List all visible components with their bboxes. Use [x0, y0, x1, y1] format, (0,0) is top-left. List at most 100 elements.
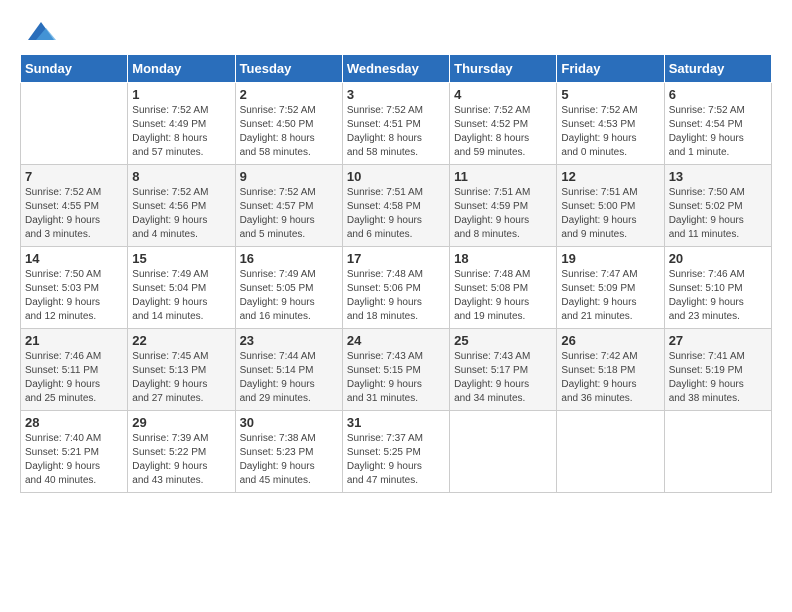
day-number: 14	[25, 251, 123, 266]
day-number: 7	[25, 169, 123, 184]
day-content: Sunrise: 7:48 AMSunset: 5:06 PMDaylight:…	[347, 268, 445, 324]
logo-icon	[26, 20, 56, 44]
day-content: Sunrise: 7:47 AMSunset: 5:09 PMDaylight:…	[561, 268, 659, 324]
calendar-cell: 27 Sunrise: 7:41 AMSunset: 5:19 PMDayligh…	[664, 329, 771, 411]
header-cell-tuesday: Tuesday	[235, 55, 342, 83]
day-number: 1	[132, 87, 230, 102]
calendar-cell: 18 Sunrise: 7:48 AMSunset: 5:08 PMDayligh…	[450, 247, 557, 329]
day-number: 16	[240, 251, 338, 266]
day-content: Sunrise: 7:38 AMSunset: 5:23 PMDaylight:…	[240, 432, 338, 488]
calendar-cell: 31 Sunrise: 7:37 AMSunset: 5:25 PMDayligh…	[342, 411, 449, 493]
calendar-cell: 13Sunrise: 7:50 AMSunset: 5:02 PMDayligh…	[664, 165, 771, 247]
day-number: 5	[561, 87, 659, 102]
calendar-cell: 24 Sunrise: 7:43 AMSunset: 5:15 PMDayligh…	[342, 329, 449, 411]
header-cell-sunday: Sunday	[21, 55, 128, 83]
day-number: 18	[454, 251, 552, 266]
day-number: 23	[240, 333, 338, 348]
calendar-cell	[664, 411, 771, 493]
calendar-table: SundayMondayTuesdayWednesdayThursdayFrid…	[20, 54, 772, 493]
calendar-cell: 15Sunrise: 7:49 AMSunset: 5:04 PMDayligh…	[128, 247, 235, 329]
day-number: 4	[454, 87, 552, 102]
calendar-cell: 8 Sunrise: 7:52 AMSunset: 4:56 PMDaylight…	[128, 165, 235, 247]
calendar-cell: 25Sunrise: 7:43 AMSunset: 5:17 PMDayligh…	[450, 329, 557, 411]
calendar-cell: 11Sunrise: 7:51 AMSunset: 4:59 PMDayligh…	[450, 165, 557, 247]
calendar-cell: 16Sunrise: 7:49 AMSunset: 5:05 PMDayligh…	[235, 247, 342, 329]
day-content: Sunrise: 7:46 AMSunset: 5:10 PMDaylight:…	[669, 268, 767, 324]
page-header	[20, 20, 772, 44]
day-content: Sunrise: 7:52 AMSunset: 4:54 PMDaylight:…	[669, 104, 767, 160]
day-number: 10	[347, 169, 445, 184]
calendar-cell: 1Sunrise: 7:52 AMSunset: 4:49 PMDaylight…	[128, 83, 235, 165]
day-content: Sunrise: 7:52 AMSunset: 4:50 PMDaylight:…	[240, 104, 338, 160]
day-number: 22	[132, 333, 230, 348]
calendar-cell: 6 Sunrise: 7:52 AMSunset: 4:54 PMDaylight…	[664, 83, 771, 165]
day-number: 8	[132, 169, 230, 184]
calendar-week-row: 21 Sunrise: 7:46 AMSunset: 5:11 PMDayligh…	[21, 329, 772, 411]
day-number: 26	[561, 333, 659, 348]
day-content: Sunrise: 7:40 AMSunset: 5:21 PMDaylight:…	[25, 432, 123, 488]
calendar-cell	[557, 411, 664, 493]
calendar-cell: 12 Sunrise: 7:51 AMSunset: 5:00 PMDayligh…	[557, 165, 664, 247]
day-content: Sunrise: 7:51 AMSunset: 4:59 PMDaylight:…	[454, 186, 552, 242]
calendar-cell: 3 Sunrise: 7:52 AMSunset: 4:51 PMDaylight…	[342, 83, 449, 165]
day-content: Sunrise: 7:39 AMSunset: 5:22 PMDaylight:…	[132, 432, 230, 488]
calendar-cell: 21 Sunrise: 7:46 AMSunset: 5:11 PMDayligh…	[21, 329, 128, 411]
day-content: Sunrise: 7:52 AMSunset: 4:55 PMDaylight:…	[25, 186, 123, 242]
day-content: Sunrise: 7:52 AMSunset: 4:56 PMDaylight:…	[132, 186, 230, 242]
day-content: Sunrise: 7:41 AMSunset: 5:19 PMDaylight:…	[669, 350, 767, 406]
header-cell-thursday: Thursday	[450, 55, 557, 83]
day-number: 3	[347, 87, 445, 102]
day-content: Sunrise: 7:52 AMSunset: 4:53 PMDaylight:…	[561, 104, 659, 160]
day-content: Sunrise: 7:50 AMSunset: 5:02 PMDaylight:…	[669, 186, 767, 242]
header-row: SundayMondayTuesdayWednesdayThursdayFrid…	[21, 55, 772, 83]
day-content: Sunrise: 7:52 AMSunset: 4:52 PMDaylight:…	[454, 104, 552, 160]
calendar-cell: 2Sunrise: 7:52 AMSunset: 4:50 PMDaylight…	[235, 83, 342, 165]
calendar-cell: 19Sunrise: 7:47 AMSunset: 5:09 PMDayligh…	[557, 247, 664, 329]
calendar-cell: 14 Sunrise: 7:50 AMSunset: 5:03 PMDayligh…	[21, 247, 128, 329]
calendar-cell: 22Sunrise: 7:45 AMSunset: 5:13 PMDayligh…	[128, 329, 235, 411]
calendar-cell: 17 Sunrise: 7:48 AMSunset: 5:06 PMDayligh…	[342, 247, 449, 329]
calendar-cell: 20 Sunrise: 7:46 AMSunset: 5:10 PMDayligh…	[664, 247, 771, 329]
day-number: 6	[669, 87, 767, 102]
day-content: Sunrise: 7:52 AMSunset: 4:57 PMDaylight:…	[240, 186, 338, 242]
calendar-body: 1Sunrise: 7:52 AMSunset: 4:49 PMDaylight…	[21, 83, 772, 493]
day-number: 24	[347, 333, 445, 348]
day-content: Sunrise: 7:37 AMSunset: 5:25 PMDaylight:…	[347, 432, 445, 488]
day-number: 25	[454, 333, 552, 348]
day-number: 21	[25, 333, 123, 348]
calendar-cell: 4 Sunrise: 7:52 AMSunset: 4:52 PMDaylight…	[450, 83, 557, 165]
day-content: Sunrise: 7:43 AMSunset: 5:15 PMDaylight:…	[347, 350, 445, 406]
day-number: 17	[347, 251, 445, 266]
calendar-cell: 23 Sunrise: 7:44 AMSunset: 5:14 PMDayligh…	[235, 329, 342, 411]
calendar-cell: 9Sunrise: 7:52 AMSunset: 4:57 PMDaylight…	[235, 165, 342, 247]
calendar-week-row: 28 Sunrise: 7:40 AMSunset: 5:21 PMDayligh…	[21, 411, 772, 493]
calendar-week-row: 7 Sunrise: 7:52 AMSunset: 4:55 PMDaylight…	[21, 165, 772, 247]
day-number: 12	[561, 169, 659, 184]
day-content: Sunrise: 7:50 AMSunset: 5:03 PMDaylight:…	[25, 268, 123, 324]
calendar-cell: 10Sunrise: 7:51 AMSunset: 4:58 PMDayligh…	[342, 165, 449, 247]
day-content: Sunrise: 7:48 AMSunset: 5:08 PMDaylight:…	[454, 268, 552, 324]
day-number: 31	[347, 415, 445, 430]
day-content: Sunrise: 7:46 AMSunset: 5:11 PMDaylight:…	[25, 350, 123, 406]
calendar-week-row: 14 Sunrise: 7:50 AMSunset: 5:03 PMDayligh…	[21, 247, 772, 329]
day-number: 28	[25, 415, 123, 430]
calendar-header: SundayMondayTuesdayWednesdayThursdayFrid…	[21, 55, 772, 83]
day-content: Sunrise: 7:52 AMSunset: 4:51 PMDaylight:…	[347, 104, 445, 160]
day-number: 30	[240, 415, 338, 430]
day-number: 20	[669, 251, 767, 266]
calendar-cell: 26 Sunrise: 7:42 AMSunset: 5:18 PMDayligh…	[557, 329, 664, 411]
calendar-cell: 28 Sunrise: 7:40 AMSunset: 5:21 PMDayligh…	[21, 411, 128, 493]
calendar-cell	[21, 83, 128, 165]
calendar-cell: 29 Sunrise: 7:39 AMSunset: 5:22 PMDayligh…	[128, 411, 235, 493]
day-number: 29	[132, 415, 230, 430]
calendar-cell	[450, 411, 557, 493]
header-cell-saturday: Saturday	[664, 55, 771, 83]
day-content: Sunrise: 7:44 AMSunset: 5:14 PMDaylight:…	[240, 350, 338, 406]
day-content: Sunrise: 7:42 AMSunset: 5:18 PMDaylight:…	[561, 350, 659, 406]
day-content: Sunrise: 7:49 AMSunset: 5:04 PMDaylight:…	[132, 268, 230, 324]
day-number: 27	[669, 333, 767, 348]
day-content: Sunrise: 7:51 AMSunset: 5:00 PMDaylight:…	[561, 186, 659, 242]
calendar-cell: 30 Sunrise: 7:38 AMSunset: 5:23 PMDayligh…	[235, 411, 342, 493]
calendar-cell: 7 Sunrise: 7:52 AMSunset: 4:55 PMDaylight…	[21, 165, 128, 247]
header-cell-monday: Monday	[128, 55, 235, 83]
